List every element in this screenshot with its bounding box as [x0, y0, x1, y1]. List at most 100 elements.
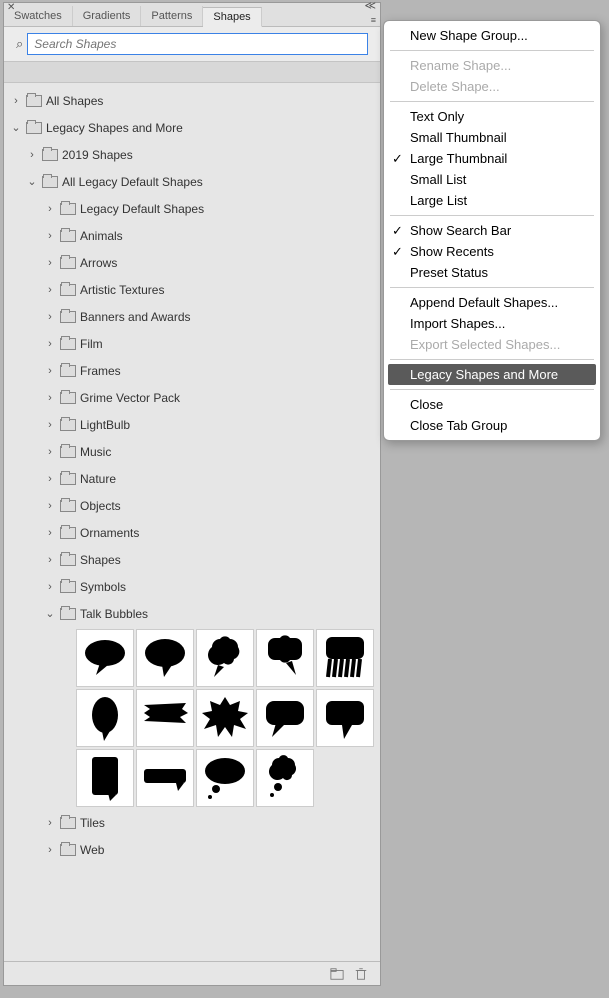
menu-item[interactable]: Text Only	[384, 106, 600, 127]
chevron-right-icon[interactable]: ›	[44, 844, 56, 856]
tab-bar: ✕ SwatchesGradientsPatternsShapes ≪ ≡	[4, 3, 380, 27]
menu-item[interactable]: Append Default Shapes...	[384, 292, 600, 313]
panel-flyout-menu[interactable]: New Shape Group...Rename Shape...Delete …	[383, 20, 601, 441]
menu-item[interactable]: Close Tab Group	[384, 415, 600, 436]
menu-item[interactable]: Import Shapes...	[384, 313, 600, 334]
shape-thumbnail[interactable]	[76, 749, 134, 807]
chevron-right-icon[interactable]: ›	[44, 338, 56, 350]
folder-row[interactable]: ›Grime Vector Pack	[4, 384, 380, 411]
menu-item: Rename Shape...	[384, 55, 600, 76]
chevron-right-icon[interactable]: ›	[44, 284, 56, 296]
folder-icon	[42, 149, 58, 161]
chevron-right-icon[interactable]: ›	[44, 203, 56, 215]
shape-thumbnail[interactable]	[136, 629, 194, 687]
folder-row[interactable]: ›Arrows	[4, 249, 380, 276]
tabs-container: SwatchesGradientsPatternsShapes	[4, 6, 262, 26]
shape-thumbnail[interactable]	[196, 749, 254, 807]
search-input[interactable]	[27, 33, 368, 55]
recents-strip	[4, 61, 380, 83]
folder-row[interactable]: ⌄ All Legacy Default Shapes	[4, 168, 380, 195]
shape-thumbnail[interactable]	[256, 629, 314, 687]
chevron-right-icon[interactable]: ›	[44, 446, 56, 458]
folder-row[interactable]: › LightBulb	[4, 411, 380, 438]
shape-tree[interactable]: ›All Shapes⌄Legacy Shapes and More › 2019 …	[4, 83, 380, 961]
menu-item[interactable]: Legacy Shapes and More	[388, 364, 596, 385]
chevron-right-icon[interactable]: ›	[44, 392, 56, 404]
chevron-down-icon[interactable]: ⌄	[10, 121, 22, 134]
folder-row[interactable]: ›Artistic Textures	[4, 276, 380, 303]
folder-icon	[60, 392, 76, 404]
folder-label: 2019 Shapes	[62, 148, 133, 162]
tab-shapes[interactable]: Shapes	[203, 7, 261, 27]
folder-row[interactable]: ⌄Legacy Shapes and More	[4, 114, 380, 141]
folder-row[interactable]: › Nature	[4, 465, 380, 492]
menu-item[interactable]: Small List	[384, 169, 600, 190]
collapse-icon[interactable]: ≪	[364, 0, 376, 12]
folder-row[interactable]: ⌄Talk Bubbles	[4, 600, 380, 627]
folder-label: Objects	[80, 499, 121, 513]
close-icon[interactable]: ✕	[7, 2, 15, 13]
panel-menu-icon[interactable]: ≡	[371, 15, 376, 25]
chevron-right-icon[interactable]: ›	[44, 527, 56, 539]
shape-thumbnail[interactable]	[196, 629, 254, 687]
chevron-right-icon[interactable]: ›	[44, 554, 56, 566]
chevron-right-icon[interactable]: ›	[44, 257, 56, 269]
shape-thumbnail[interactable]	[316, 689, 374, 747]
folder-label: Nature	[80, 472, 116, 486]
chevron-right-icon[interactable]: ›	[44, 365, 56, 377]
shape-thumbnail[interactable]	[196, 689, 254, 747]
menu-item[interactable]: Show Search Bar	[384, 220, 600, 241]
chevron-right-icon[interactable]: ›	[44, 581, 56, 593]
search-icon: ⌕	[16, 36, 23, 52]
folder-row[interactable]: ›Legacy Default Shapes	[4, 195, 380, 222]
shape-thumbnail[interactable]	[316, 629, 374, 687]
folder-row[interactable]: › Objects	[4, 492, 380, 519]
folder-row[interactable]: ›Film	[4, 330, 380, 357]
chevron-right-icon[interactable]: ›	[10, 95, 22, 107]
folder-row[interactable]: ›Web	[4, 836, 380, 863]
folder-label: All Legacy Default Shapes	[62, 175, 203, 189]
shape-thumbnail[interactable]	[136, 749, 194, 807]
folder-row[interactable]: › 2019 Shapes	[4, 141, 380, 168]
chevron-down-icon[interactable]: ⌄	[44, 607, 56, 620]
shape-thumbnail[interactable]	[256, 689, 314, 747]
chevron-right-icon[interactable]: ›	[44, 311, 56, 323]
folder-row[interactable]: ›Frames	[4, 357, 380, 384]
shape-thumbnail[interactable]	[256, 749, 314, 807]
folder-row[interactable]: ›Tiles	[4, 809, 380, 836]
shape-thumbnail[interactable]	[136, 689, 194, 747]
chevron-right-icon[interactable]: ›	[44, 817, 56, 829]
menu-item[interactable]: New Shape Group...	[384, 25, 600, 46]
trash-icon[interactable]	[354, 967, 368, 981]
chevron-right-icon[interactable]: ›	[26, 149, 38, 161]
menu-item[interactable]: Large List	[384, 190, 600, 211]
folder-row[interactable]: ›All Shapes	[4, 87, 380, 114]
search-row: ⌕	[4, 27, 380, 61]
folder-row[interactable]: ›Symbols	[4, 573, 380, 600]
folder-icon	[42, 176, 58, 188]
folder-row[interactable]: ›Animals	[4, 222, 380, 249]
folder-icon	[60, 500, 76, 512]
shape-thumbnail[interactable]	[76, 689, 134, 747]
menu-item[interactable]: Close	[384, 394, 600, 415]
menu-item[interactable]: Preset Status	[384, 262, 600, 283]
tab-patterns[interactable]: Patterns	[141, 6, 203, 26]
chevron-right-icon[interactable]: ›	[44, 419, 56, 431]
menu-item[interactable]: Large Thumbnail	[384, 148, 600, 169]
folder-icon	[60, 608, 76, 620]
folder-row[interactable]: ›Music	[4, 438, 380, 465]
chevron-right-icon[interactable]: ›	[44, 473, 56, 485]
tab-gradients[interactable]: Gradients	[73, 6, 142, 26]
folder-row[interactable]: ›Banners and Awards	[4, 303, 380, 330]
menu-item[interactable]: Small Thumbnail	[384, 127, 600, 148]
shape-thumbnail[interactable]	[76, 629, 134, 687]
menu-item[interactable]: Show Recents	[384, 241, 600, 262]
chevron-down-icon[interactable]: ⌄	[26, 175, 38, 188]
new-folder-icon[interactable]	[330, 967, 344, 981]
folder-label: LightBulb	[80, 418, 130, 432]
folder-icon	[26, 95, 42, 107]
folder-row[interactable]: ›Shapes	[4, 546, 380, 573]
chevron-right-icon[interactable]: ›	[44, 500, 56, 512]
chevron-right-icon[interactable]: ›	[44, 230, 56, 242]
folder-row[interactable]: ›Ornaments	[4, 519, 380, 546]
